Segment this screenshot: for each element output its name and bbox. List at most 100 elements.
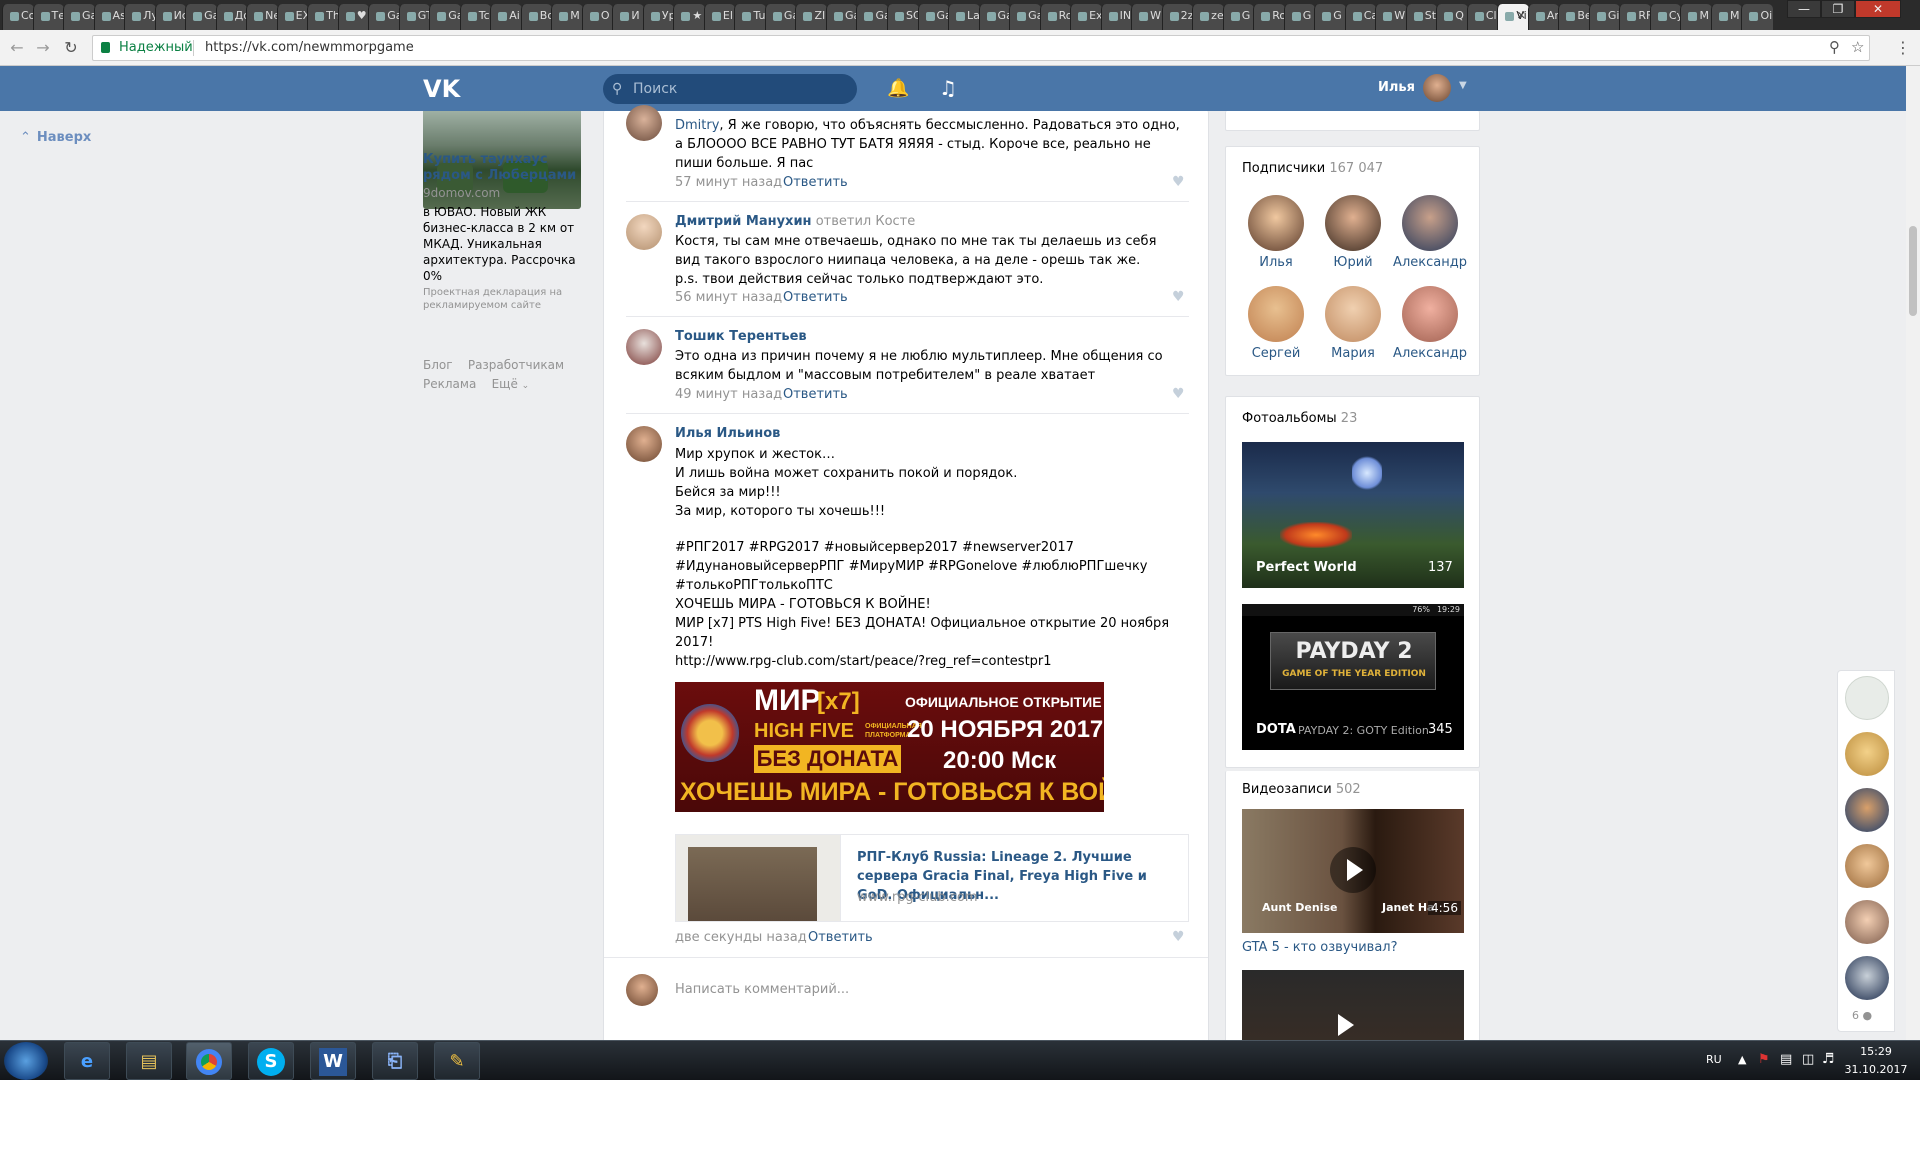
browser-tab[interactable]: SC: [887, 4, 919, 30]
word-icon[interactable]: W: [310, 1042, 356, 1080]
browser-tab[interactable]: Ga: [978, 4, 1011, 30]
browser-tab[interactable]: EX: [276, 4, 309, 30]
browser-tab[interactable]: Ex: [1070, 4, 1102, 30]
browser-tab[interactable]: Cl: [1466, 4, 1499, 30]
browser-tab[interactable]: G: [1222, 4, 1255, 30]
comment-time[interactable]: 49 минут назад: [675, 387, 782, 402]
language-indicator[interactable]: RU: [1706, 1053, 1722, 1066]
search-input[interactable]: ⚲ Поиск: [603, 74, 857, 104]
browser-tab[interactable]: O: [581, 4, 614, 30]
browser-tab[interactable]: Vi ✕: [1497, 4, 1529, 30]
action-center-flag-icon[interactable]: ⚑: [1758, 1052, 1770, 1067]
skype-icon[interactable]: S: [248, 1042, 294, 1080]
comment-author[interactable]: Дмитрий Манухин: [675, 214, 812, 229]
browser-tab[interactable]: Ga: [185, 4, 217, 30]
browser-tab[interactable]: Ga: [764, 4, 797, 30]
comment-reply-info[interactable]: ответил Косте: [816, 214, 916, 229]
browser-tab[interactable]: G: [1314, 4, 1346, 30]
zoom-icon[interactable]: ⚲: [1829, 38, 1840, 56]
chat-avatar[interactable]: [1845, 676, 1889, 720]
network-icon[interactable]: ▤: [1780, 1052, 1792, 1067]
subscriber-avatar[interactable]: [1402, 195, 1458, 251]
chat-more[interactable]: 6 ●: [1852, 1009, 1872, 1022]
link-snippet[interactable]: РПГ-Клуб Russia: Lineage 2. Лучшие серве…: [675, 834, 1189, 922]
back-to-top[interactable]: ⌃ Наверх: [20, 130, 91, 145]
internet-explorer-icon[interactable]: e: [64, 1042, 110, 1080]
subscriber-name[interactable]: Сергей: [1234, 346, 1318, 361]
browser-tab[interactable]: W: [1131, 4, 1163, 30]
subscriber-avatar[interactable]: [1325, 286, 1381, 342]
browser-tab[interactable]: Tc: [459, 4, 492, 30]
vk-logo-icon[interactable]: VK: [423, 76, 461, 102]
subscriber-avatar[interactable]: [1248, 195, 1304, 251]
ad-domain[interactable]: 9domov.com: [423, 186, 500, 200]
browser-tab[interactable]: Bo: [520, 4, 553, 30]
chat-avatar[interactable]: [1845, 956, 1889, 1000]
subscriber-name[interactable]: Александр: [1388, 346, 1472, 361]
folder-icon[interactable]: ▤: [126, 1042, 172, 1080]
browser-tab[interactable]: ♥: [337, 4, 370, 30]
browser-tab[interactable]: IN: [1100, 4, 1133, 30]
footer-link-more[interactable]: Ещё: [492, 377, 518, 391]
video-thumbnail[interactable]: [1242, 970, 1464, 1040]
photo-albums-header[interactable]: Фотоальбомы 23: [1242, 411, 1357, 426]
browser-tab[interactable]: M: [1710, 4, 1743, 30]
network-tool-icon[interactable]: ⎗: [372, 1042, 418, 1080]
comment-avatar[interactable]: [626, 329, 662, 365]
chat-avatar[interactable]: [1845, 844, 1889, 888]
paint-icon[interactable]: ✎: [434, 1042, 480, 1080]
browser-tab[interactable]: Ro: [1253, 4, 1285, 30]
subscribers-header[interactable]: Подписчики 167 047: [1242, 161, 1383, 176]
address-bar[interactable]: Надежный https://vk.com/newmmorpgame ⚲ ☆: [92, 35, 1870, 61]
video-thumbnail[interactable]: Aunt Denise Janet Ha 4:56: [1242, 809, 1464, 933]
browser-tab[interactable]: Th: [307, 4, 339, 30]
browser-tab[interactable]: Cy: [1649, 4, 1682, 30]
browser-tab[interactable]: Q: [1436, 4, 1468, 30]
footer-link-ads[interactable]: Реклама: [423, 377, 476, 391]
power-icon[interactable]: ◫: [1802, 1052, 1814, 1067]
comment-author[interactable]: Тошик Терентьев: [675, 329, 807, 344]
browser-tab[interactable]: Oi: [1741, 4, 1773, 30]
play-icon[interactable]: [1330, 847, 1376, 893]
comment-hashtags[interactable]: #РПГ2017 #RPG2017 #новыйсервер2017 #news…: [675, 538, 1175, 595]
browser-tab[interactable]: Tu: [734, 4, 766, 30]
browser-tab[interactable]: Ур: [642, 4, 675, 30]
subscriber-name[interactable]: Мария: [1311, 346, 1395, 361]
heart-icon[interactable]: ♥: [1172, 386, 1185, 402]
browser-tab[interactable]: Gi: [1588, 4, 1621, 30]
reload-icon[interactable]: ↻: [60, 37, 82, 59]
comment-time[interactable]: две секунды назад: [675, 930, 807, 945]
browser-tab[interactable]: Ar: [1527, 4, 1560, 30]
browser-tab[interactable]: Ga: [368, 4, 400, 30]
browser-tab[interactable]: Ga: [856, 4, 888, 30]
browser-tab[interactable]: La: [948, 4, 980, 30]
browser-tab[interactable]: Ro: [1039, 4, 1072, 30]
browser-tab[interactable]: ZI: [795, 4, 827, 30]
browser-tab[interactable]: M: [1680, 4, 1712, 30]
browser-tab[interactable]: Те: [32, 4, 65, 30]
clock-date[interactable]: 31.10.2017: [1840, 1063, 1912, 1076]
url-text[interactable]: https://vk.com/newmmorpgame: [205, 40, 414, 55]
back-arrow-icon[interactable]: ←: [6, 37, 28, 59]
write-comment-input[interactable]: Написать комментарий...: [675, 982, 849, 997]
header-avatar[interactable]: [1423, 74, 1451, 102]
browser-tab[interactable]: GT: [398, 4, 431, 30]
chevron-down-icon[interactable]: ⌄: [522, 381, 530, 391]
promo-banner-image[interactable]: МИР [x7] HIGH FIVE ОФИЦИАЛЬНАЯ ПЛАТФОРМА…: [675, 682, 1104, 812]
scrollbar-thumb[interactable]: [1909, 226, 1917, 316]
comment-link[interactable]: http://www.rpg-club.com/start/peace/?reg…: [675, 652, 1175, 671]
browser-tab[interactable]: Ai: [490, 4, 522, 30]
subscriber-avatar[interactable]: [1248, 286, 1304, 342]
browser-tab[interactable]: Ga: [917, 4, 950, 30]
browser-tab[interactable]: ★: [673, 4, 705, 30]
browser-tab[interactable]: M: [551, 4, 583, 30]
video-title[interactable]: GTA 5 - кто озвучивал?: [1242, 940, 1398, 955]
my-avatar[interactable]: [626, 974, 658, 1006]
close-window-button[interactable]: ✕: [1855, 0, 1901, 18]
subscriber-name[interactable]: Александр: [1388, 255, 1472, 270]
browser-tab[interactable]: До: [215, 4, 248, 30]
tab-close-icon[interactable]: ✕: [1517, 4, 1526, 28]
album-perfect-world[interactable]: Perfect World 137: [1242, 442, 1464, 588]
browser-tab[interactable]: St: [1405, 4, 1438, 30]
ad-title[interactable]: Купить таунхаус рядом с Люберцами: [423, 152, 581, 184]
